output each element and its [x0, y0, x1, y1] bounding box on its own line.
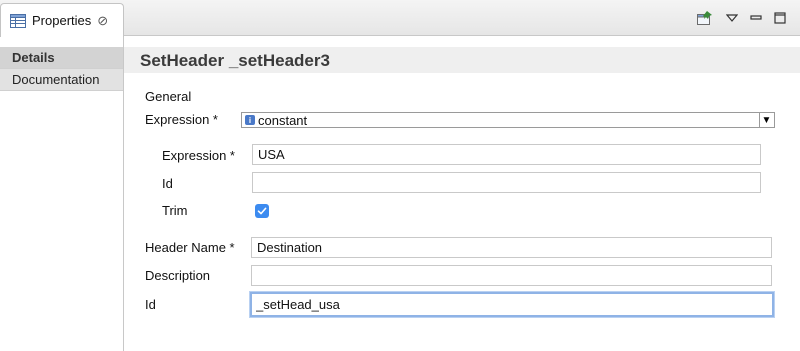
properties-view-tab[interactable]: Properties ⊘: [0, 3, 124, 37]
sidebar-item-documentation[interactable]: Documentation: [0, 69, 123, 91]
properties-tab-label: Properties: [32, 13, 92, 28]
general-section-label: General: [145, 89, 192, 104]
section-tabs: Details Documentation: [0, 37, 124, 351]
checkmark-icon: [257, 207, 267, 215]
trim-label: Trim: [162, 203, 188, 218]
minimize-icon[interactable]: [750, 13, 762, 23]
expression-value-input[interactable]: [252, 144, 761, 165]
sidebar-item-details[interactable]: Details: [0, 47, 123, 69]
view-menu-icon[interactable]: [726, 13, 738, 23]
expression-label: Expression *: [145, 112, 218, 127]
description-input[interactable]: [251, 265, 772, 286]
close-icon[interactable]: ⊘: [97, 14, 108, 27]
sub-expression-label: Expression *: [162, 148, 235, 163]
sub-id-label: Id: [162, 176, 173, 191]
sub-id-input[interactable]: [252, 172, 761, 193]
description-label: Description: [145, 268, 211, 283]
expression-language-select[interactable]: i constant ▼: [241, 112, 775, 128]
view-toolbar: [696, 10, 786, 26]
trim-checkbox[interactable]: [255, 204, 269, 218]
pin-icon[interactable]: [696, 10, 714, 26]
id-input[interactable]: [250, 292, 774, 317]
id-label: Id: [145, 297, 156, 312]
properties-table-icon: [10, 13, 26, 28]
dropdown-arrow-icon[interactable]: ▼: [759, 113, 773, 127]
maximize-icon[interactable]: [774, 12, 786, 24]
header-name-input[interactable]: [251, 237, 772, 258]
header-name-label: Header Name *: [145, 240, 235, 255]
view-title-bar: Properties ⊘: [0, 0, 800, 37]
expression-language-value: constant: [258, 112, 308, 128]
info-icon: i: [245, 115, 255, 125]
properties-details-panel: SetHeader _setHeader3 General Expression…: [124, 37, 800, 351]
page-title: SetHeader _setHeader3: [140, 51, 330, 70]
